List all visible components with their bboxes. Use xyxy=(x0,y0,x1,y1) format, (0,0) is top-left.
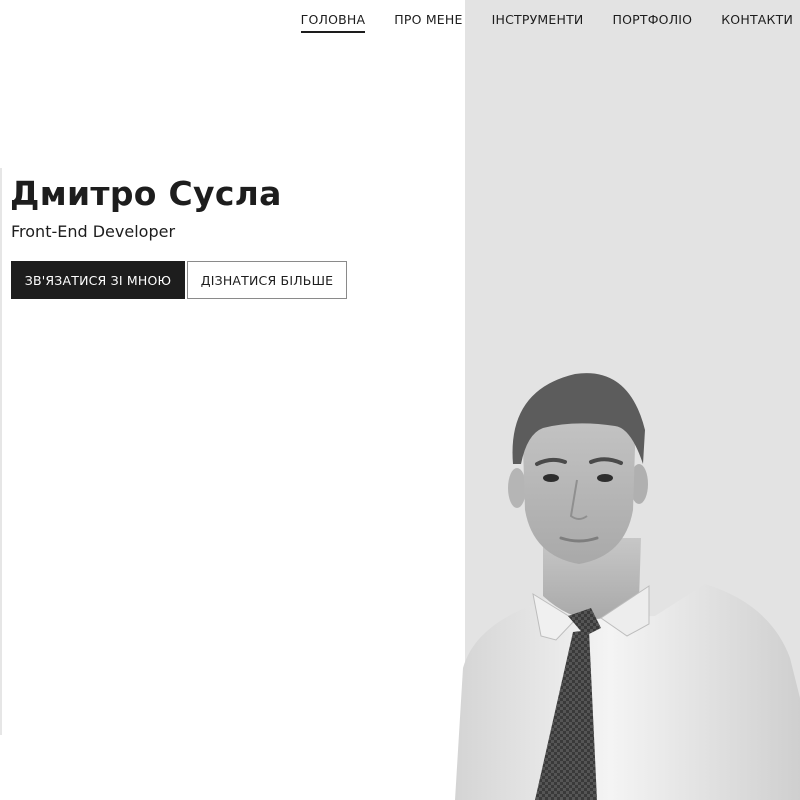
hero-name: Дмитро Сусла xyxy=(10,174,282,213)
contact-me-button[interactable]: ЗВ'ЯЗАТИСЯ ЗІ МНОЮ xyxy=(11,261,185,299)
main-navigation: ГОЛОВНА ПРО МЕНЕ ІНСТРУМЕНТИ ПОРТФОЛІО К… xyxy=(300,12,793,33)
nav-item-tools[interactable]: ІНСТРУМЕНТИ xyxy=(492,12,584,33)
hero-role: Front-End Developer xyxy=(11,222,176,241)
nav-item-home[interactable]: ГОЛОВНА xyxy=(300,12,366,33)
learn-more-button[interactable]: ДІЗНАТИСЯ БІЛЬШЕ xyxy=(187,261,347,299)
nav-item-portfolio[interactable]: ПОРТФОЛІО xyxy=(612,12,692,33)
nav-item-contacts[interactable]: КОНТАКТИ xyxy=(721,12,793,33)
page: ГОЛОВНА ПРО МЕНЕ ІНСТРУМЕНТИ ПОРТФОЛІО К… xyxy=(0,0,800,800)
left-divider xyxy=(0,168,2,735)
portrait-photo xyxy=(455,373,800,800)
nav-item-about[interactable]: ПРО МЕНЕ xyxy=(394,12,462,33)
